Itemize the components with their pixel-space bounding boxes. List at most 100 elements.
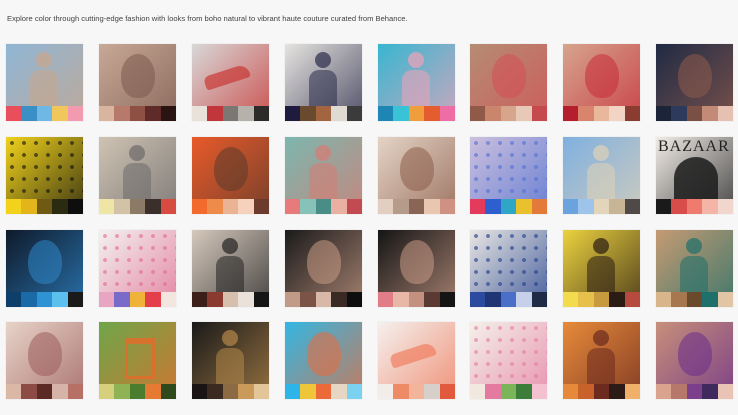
palette-swatch[interactable] — [578, 199, 594, 214]
palette-swatch[interactable] — [192, 199, 208, 214]
palette-swatch[interactable] — [315, 384, 332, 399]
palette-swatch[interactable] — [671, 384, 687, 399]
palette-swatch[interactable] — [315, 292, 332, 307]
palette-swatch[interactable] — [516, 292, 532, 307]
palette-swatch[interactable] — [207, 199, 223, 214]
palette-swatch[interactable] — [300, 292, 316, 307]
palette-photo-woman-red-lips[interactable] — [563, 44, 640, 106]
palette-photo-woman-in-floral[interactable] — [6, 322, 83, 384]
palette-swatch[interactable] — [145, 292, 161, 307]
palette-photo-woman-at-pool[interactable] — [378, 44, 455, 106]
palette-swatch[interactable] — [439, 384, 455, 399]
palette-photo-two-women-teal[interactable] — [285, 137, 362, 199]
palette-photo-bazaar-magazine[interactable]: BAZAAR — [656, 137, 733, 199]
palette-swatch[interactable] — [671, 292, 687, 307]
palette-photo-woman-on-orange[interactable] — [192, 137, 269, 199]
palette-swatch[interactable] — [145, 384, 161, 399]
palette-swatch[interactable] — [424, 106, 440, 121]
palette-swatch[interactable] — [285, 292, 301, 307]
palette-photo-shoes-still-life[interactable] — [192, 44, 269, 106]
palette-photo-beauty-closeup-gold-glitter[interactable] — [99, 44, 176, 106]
palette-swatch[interactable] — [346, 384, 362, 399]
palette-photo-yellow-pattern[interactable] — [6, 137, 83, 199]
palette-swatch[interactable] — [593, 106, 610, 121]
palette-card[interactable] — [563, 322, 640, 399]
palette-photo-jeweled-rings[interactable] — [470, 137, 547, 199]
palette-swatch[interactable] — [129, 292, 146, 307]
palette-card[interactable] — [192, 44, 269, 121]
palette-card[interactable] — [285, 44, 362, 121]
palette-swatch[interactable] — [207, 106, 223, 121]
palette-photo-woman-in-boho-outfit[interactable] — [6, 44, 83, 106]
palette-card[interactable] — [285, 230, 362, 307]
palette-swatch[interactable] — [253, 292, 269, 307]
palette-card[interactable] — [99, 230, 176, 307]
palette-swatch[interactable] — [67, 292, 83, 307]
palette-swatch[interactable] — [671, 199, 687, 214]
palette-swatch[interactable] — [717, 199, 733, 214]
palette-swatch[interactable] — [99, 199, 115, 214]
palette-swatch[interactable] — [516, 106, 532, 121]
palette-swatch[interactable] — [21, 106, 37, 121]
palette-swatch[interactable] — [285, 199, 301, 214]
palette-card[interactable] — [285, 137, 362, 214]
palette-swatch[interactable] — [656, 199, 672, 214]
palette-swatch[interactable] — [52, 292, 68, 307]
palette-swatch[interactable] — [378, 384, 394, 399]
palette-swatch[interactable] — [346, 199, 362, 214]
palette-swatch[interactable] — [500, 106, 517, 121]
palette-swatch[interactable] — [717, 292, 733, 307]
palette-swatch[interactable] — [439, 292, 455, 307]
palette-swatch[interactable] — [21, 199, 37, 214]
palette-swatch[interactable] — [609, 292, 625, 307]
palette-photo-colorful-makeup[interactable] — [285, 322, 362, 384]
palette-swatch[interactable] — [485, 106, 501, 121]
palette-swatch[interactable] — [300, 384, 316, 399]
palette-card[interactable] — [6, 137, 83, 214]
palette-swatch[interactable] — [129, 384, 146, 399]
palette-card[interactable] — [470, 322, 547, 399]
palette-swatch[interactable] — [160, 199, 176, 214]
palette-swatch[interactable] — [424, 199, 440, 214]
palette-swatch[interactable] — [408, 199, 425, 214]
palette-card[interactable] — [99, 137, 176, 214]
palette-swatch[interactable] — [686, 106, 703, 121]
palette-swatch[interactable] — [145, 106, 161, 121]
palette-card[interactable] — [99, 44, 176, 121]
palette-swatch[interactable] — [222, 292, 239, 307]
palette-swatch[interactable] — [563, 384, 579, 399]
palette-swatch[interactable] — [485, 384, 501, 399]
palette-swatch[interactable] — [238, 292, 254, 307]
palette-swatch[interactable] — [129, 106, 146, 121]
palette-card[interactable] — [192, 230, 269, 307]
palette-swatch[interactable] — [192, 292, 208, 307]
palette-photo-floral-print[interactable] — [470, 322, 547, 384]
palette-swatch[interactable] — [563, 199, 579, 214]
palette-card[interactable] — [470, 137, 547, 214]
palette-swatch[interactable] — [578, 384, 594, 399]
palette-swatch[interactable] — [686, 199, 703, 214]
palette-photo-woman-with-piercings[interactable] — [285, 230, 362, 292]
palette-swatch[interactable] — [67, 199, 83, 214]
palette-swatch[interactable] — [424, 384, 440, 399]
palette-swatch[interactable] — [346, 106, 362, 121]
palette-swatch[interactable] — [563, 292, 579, 307]
palette-swatch[interactable] — [378, 106, 394, 121]
palette-photo-woman-dark-hair[interactable] — [378, 230, 455, 292]
palette-swatch[interactable] — [52, 199, 68, 214]
palette-swatch[interactable] — [408, 292, 425, 307]
palette-swatch[interactable] — [114, 106, 130, 121]
palette-swatch[interactable] — [470, 106, 486, 121]
palette-card[interactable] — [563, 44, 640, 121]
palette-photo-man-in-grey-suit[interactable] — [99, 137, 176, 199]
palette-swatch[interactable] — [393, 292, 409, 307]
palette-card[interactable] — [192, 137, 269, 214]
palette-card[interactable] — [656, 322, 733, 399]
palette-swatch[interactable] — [160, 384, 176, 399]
palette-card[interactable] — [378, 230, 455, 307]
palette-swatch[interactable] — [656, 384, 672, 399]
palette-swatch[interactable] — [207, 384, 223, 399]
palette-photo-woman-with-sunglasses[interactable] — [470, 44, 547, 106]
palette-card[interactable] — [378, 44, 455, 121]
palette-swatch[interactable] — [624, 199, 640, 214]
